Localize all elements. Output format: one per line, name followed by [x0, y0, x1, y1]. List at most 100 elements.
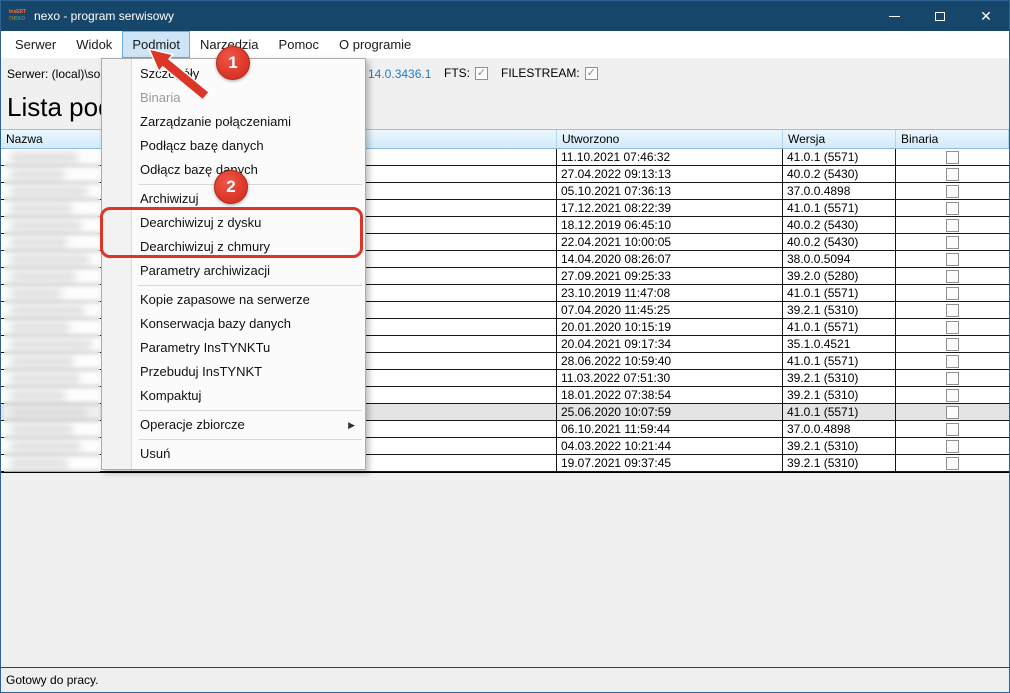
cell-utworzono: 27.09.2021 09:25:33	[557, 268, 783, 284]
cell-binaria	[896, 387, 1009, 403]
statusbar: Gotowy do pracy.	[1, 667, 1009, 692]
binaria-checkbox[interactable]	[946, 219, 959, 232]
annotation-step-2: 2	[214, 170, 248, 204]
binaria-checkbox[interactable]	[946, 389, 959, 402]
binaria-checkbox[interactable]	[946, 355, 959, 368]
cell-utworzono: 19.07.2021 09:37:45	[557, 455, 783, 471]
cell-binaria	[896, 200, 1009, 216]
cell-utworzono: 04.03.2022 10:21:44	[557, 438, 783, 454]
menubar-item-serwer[interactable]: Serwer	[5, 31, 66, 58]
minimize-icon	[889, 16, 900, 17]
blurred-name	[10, 170, 65, 179]
blurred-name	[10, 289, 62, 298]
filestream-checkbox[interactable]: ✓	[585, 67, 598, 80]
cell-wersja: 37.0.0.4898	[783, 421, 896, 437]
blurred-name	[10, 323, 70, 332]
binaria-checkbox[interactable]	[946, 457, 959, 470]
annotation-arrow-icon	[141, 41, 221, 111]
menu-item-operacje-zbiorcze[interactable]: Operacje zbiorcze▶	[102, 413, 365, 437]
cell-wersja: 41.0.1 (5571)	[783, 319, 896, 335]
binaria-checkbox[interactable]	[946, 168, 959, 181]
cell-utworzono: 20.04.2021 09:17:34	[557, 336, 783, 352]
cell-binaria	[896, 438, 1009, 454]
cell-binaria	[896, 166, 1009, 182]
cell-wersja: 39.2.1 (5310)	[783, 438, 896, 454]
binaria-checkbox[interactable]	[946, 406, 959, 419]
filestream-label: FILESTREAM:	[501, 66, 580, 80]
menubar-item-o-programie[interactable]: O programie	[329, 31, 421, 58]
cell-utworzono: 14.04.2020 08:26:07	[557, 251, 783, 267]
cell-binaria	[896, 251, 1009, 267]
minimize-button[interactable]	[871, 1, 917, 31]
cell-binaria	[896, 421, 1009, 437]
menu-item-zarządzanie-połączeniami[interactable]: Zarządzanie połączeniami	[102, 110, 365, 134]
blurred-name	[10, 391, 66, 400]
cell-utworzono: 17.12.2021 08:22:39	[557, 200, 783, 216]
cell-utworzono: 25.06.2020 10:07:59	[557, 404, 783, 420]
blurred-name	[10, 221, 82, 230]
column-header-wersja[interactable]: Wersja	[783, 130, 896, 148]
blurred-name	[10, 187, 88, 196]
status-text: Gotowy do pracy.	[6, 673, 98, 687]
cell-utworzono: 27.04.2022 09:13:13	[557, 166, 783, 182]
cell-wersja: 39.2.1 (5310)	[783, 370, 896, 386]
cell-wersja: 41.0.1 (5571)	[783, 200, 896, 216]
cell-wersja: 41.0.1 (5571)	[783, 285, 896, 301]
binaria-checkbox[interactable]	[946, 151, 959, 164]
cell-wersja: 41.0.1 (5571)	[783, 353, 896, 369]
podmiot-dropdown-menu: SzczegółyBinariaZarządzanie połączeniami…	[101, 58, 366, 470]
binaria-checkbox[interactable]	[946, 338, 959, 351]
binaria-checkbox[interactable]	[946, 321, 959, 334]
cell-wersja: 39.2.1 (5310)	[783, 387, 896, 403]
menu-item-usuń[interactable]: Usuń	[102, 442, 365, 466]
cell-utworzono: 11.03.2022 07:51:30	[557, 370, 783, 386]
menu-item-przebuduj-instynkt[interactable]: Przebuduj InsTYNKT	[102, 360, 365, 384]
close-button[interactable]: ✕	[963, 1, 1009, 31]
column-header-binaria[interactable]: Binaria	[896, 130, 1009, 148]
cell-binaria	[896, 319, 1009, 335]
menu-item-podłącz-bazę-danych[interactable]: Podłącz bazę danych	[102, 134, 365, 158]
blurred-name	[10, 306, 85, 315]
submenu-arrow-icon: ▶	[348, 413, 355, 437]
cell-utworzono: 07.04.2020 11:45:25	[557, 302, 783, 318]
menu-item-parametry-archiwizacji[interactable]: Parametry archiwizacji	[102, 259, 365, 283]
titlebar: InsERT nexo nexo - program serwisowy ✕	[1, 1, 1009, 31]
maximize-button[interactable]	[917, 1, 963, 31]
binaria-checkbox[interactable]	[946, 423, 959, 436]
blurred-name	[10, 408, 87, 417]
cell-wersja: 40.0.2 (5430)	[783, 166, 896, 182]
menu-item-parametry-instynktu[interactable]: Parametry InsTYNKTu	[102, 336, 365, 360]
blurred-name	[10, 374, 80, 383]
binaria-checkbox[interactable]	[946, 440, 959, 453]
blurred-name	[10, 272, 76, 281]
menubar-item-widok[interactable]: Widok	[66, 31, 122, 58]
fts-checkbox[interactable]: ✓	[475, 67, 488, 80]
binaria-checkbox[interactable]	[946, 253, 959, 266]
close-icon: ✕	[980, 9, 992, 23]
binaria-checkbox[interactable]	[946, 270, 959, 283]
binaria-checkbox[interactable]	[946, 304, 959, 317]
blurred-name	[10, 340, 92, 349]
menu-item-kompaktuj[interactable]: Kompaktuj	[102, 384, 365, 408]
binaria-checkbox[interactable]	[946, 202, 959, 215]
cell-utworzono: 23.10.2019 11:47:08	[557, 285, 783, 301]
binaria-checkbox[interactable]	[946, 287, 959, 300]
cell-utworzono: 20.01.2020 10:15:19	[557, 319, 783, 335]
column-header-utworzono[interactable]: Utworzono	[557, 130, 783, 148]
blurred-name	[10, 425, 73, 434]
binaria-checkbox[interactable]	[946, 185, 959, 198]
filestream-flag: FILESTREAM: ✓	[501, 66, 598, 80]
maximize-icon	[935, 12, 945, 21]
binaria-checkbox[interactable]	[946, 236, 959, 249]
cell-wersja: 38.0.0.5094	[783, 251, 896, 267]
binaria-checkbox[interactable]	[946, 372, 959, 385]
app-window: InsERT nexo nexo - program serwisowy ✕ S…	[0, 0, 1010, 693]
menu-item-kopie-zapasowe-na-serwerze[interactable]: Kopie zapasowe na serwerze	[102, 288, 365, 312]
cell-utworzono: 05.10.2021 07:36:13	[557, 183, 783, 199]
cell-utworzono: 11.10.2021 07:46:32	[557, 149, 783, 165]
menubar-item-pomoc[interactable]: Pomoc	[269, 31, 329, 58]
cell-wersja: 39.2.0 (5280)	[783, 268, 896, 284]
cell-utworzono: 06.10.2021 11:59:44	[557, 421, 783, 437]
cell-binaria	[896, 217, 1009, 233]
menu-item-konserwacja-bazy-danych[interactable]: Konserwacja bazy danych	[102, 312, 365, 336]
